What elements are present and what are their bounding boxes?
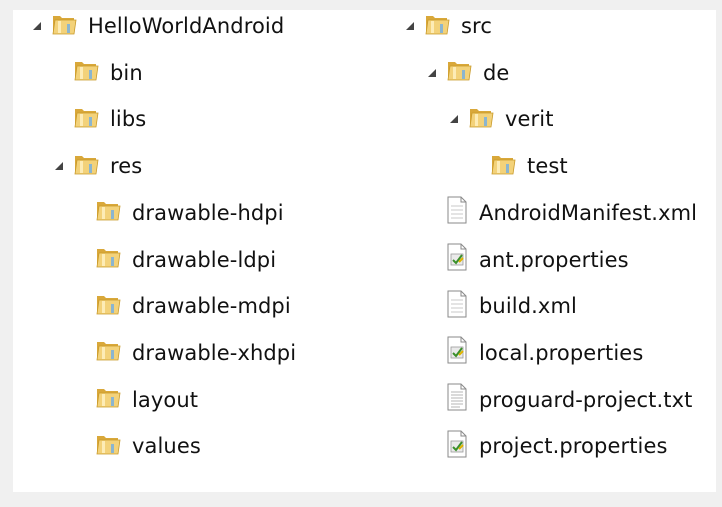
folder-icon: [95, 432, 121, 461]
tree-item-label: drawable-xhdpi: [132, 340, 297, 365]
properties-file-icon: [446, 243, 468, 276]
tree-item-label: de: [483, 60, 510, 85]
tree-item-label: src: [461, 14, 492, 38]
tree-row[interactable]: verit: [446, 101, 554, 137]
tree-row[interactable]: drawable-hdpi: [73, 195, 284, 231]
tree-item-label: project.properties: [479, 434, 668, 459]
tree-row[interactable]: values: [73, 428, 201, 464]
expanded-arrow-icon[interactable]: [424, 65, 440, 81]
tree-row[interactable]: build.xml: [424, 288, 577, 324]
folder-icon: [95, 385, 121, 414]
tree-item-label: ant.properties: [479, 247, 629, 272]
expanded-arrow-icon[interactable]: [29, 18, 45, 34]
tree-item-label: local.properties: [479, 340, 644, 365]
explorer-panel: HelloWorldAndroid bin libs res drawable-hdpi…: [13, 10, 716, 492]
folder-icon: [95, 245, 121, 274]
folder-icon: [468, 105, 494, 134]
tree-item-label: proguard-project.txt: [479, 387, 693, 412]
tree-item-label: drawable-mdpi: [132, 294, 291, 319]
tree-row[interactable]: proguard-project.txt: [424, 382, 693, 418]
tree-row[interactable]: local.properties: [424, 335, 643, 371]
folder-icon: [95, 198, 121, 227]
properties-file-icon: [446, 430, 468, 463]
folder-icon: [95, 338, 121, 367]
tree-row[interactable]: src: [402, 8, 492, 44]
folder-icon: [73, 152, 99, 181]
tree-row[interactable]: ant.properties: [424, 242, 629, 278]
tree-item-label: verit: [505, 107, 554, 132]
tree-row[interactable]: drawable-ldpi: [73, 242, 276, 278]
tree-row[interactable]: bin: [51, 55, 143, 91]
text-file-icon: [446, 383, 468, 416]
tree-item-label: HelloWorldAndroid: [88, 14, 285, 38]
folder-icon: [51, 12, 77, 41]
tree-item-label: AndroidManifest.xml: [479, 200, 698, 225]
tree-item-label: build.xml: [479, 294, 577, 319]
expanded-arrow-icon[interactable]: [446, 111, 462, 127]
tree-item-label: layout: [132, 387, 199, 412]
expanded-arrow-icon[interactable]: [51, 158, 67, 174]
tree-row[interactable]: AndroidManifest.xml: [424, 195, 697, 231]
tree-item-label: drawable-hdpi: [132, 200, 284, 225]
tree-item-label: values: [132, 434, 201, 459]
tree-row[interactable]: HelloWorldAndroid: [29, 8, 284, 44]
tree-item-label: res: [110, 154, 143, 179]
tree-row[interactable]: drawable-xhdpi: [73, 335, 296, 371]
tree-row[interactable]: libs: [51, 101, 146, 137]
tree-row[interactable]: project.properties: [424, 428, 668, 464]
tree-row[interactable]: de: [424, 55, 509, 91]
folder-icon: [490, 152, 516, 181]
folder-icon: [73, 105, 99, 134]
folder-icon: [73, 58, 99, 87]
properties-file-icon: [446, 336, 468, 369]
tree-row[interactable]: res: [51, 148, 142, 184]
document-icon: [446, 196, 468, 229]
tree-item-label: libs: [110, 107, 147, 132]
tree-item-label: drawable-ldpi: [132, 247, 277, 272]
folder-icon: [446, 58, 472, 87]
tree-row[interactable]: test: [468, 148, 568, 184]
tree-item-label: test: [527, 154, 568, 179]
folder-icon: [95, 292, 121, 321]
tree-row[interactable]: drawable-mdpi: [73, 288, 291, 324]
tree-item-label: bin: [110, 60, 143, 85]
document-icon: [446, 290, 468, 323]
expanded-arrow-icon[interactable]: [402, 18, 418, 34]
tree-row[interactable]: layout: [73, 382, 198, 418]
folder-icon: [424, 12, 450, 41]
